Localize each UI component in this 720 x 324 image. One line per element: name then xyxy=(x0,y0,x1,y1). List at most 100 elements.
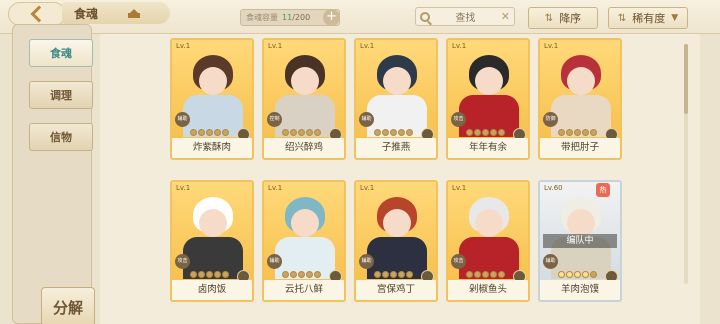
star-icon xyxy=(574,129,581,136)
star-rating xyxy=(558,271,597,278)
star-icon xyxy=(314,271,321,278)
role-icon: 辅助 xyxy=(267,254,282,269)
sort-rarity-label: 稀有度 xyxy=(632,12,666,25)
character-card[interactable]: Lv.1 辅助子推燕 xyxy=(354,38,438,160)
decompose-button[interactable]: 分解 xyxy=(41,287,95,324)
star-icon xyxy=(298,129,305,136)
star-icon xyxy=(198,271,205,278)
card-level: Lv.1 xyxy=(176,42,191,50)
sort-toggle-icon: ⇅ xyxy=(544,12,554,24)
character-card[interactable]: Lv.1 攻击 年年有余 xyxy=(446,38,530,160)
star-icon xyxy=(206,271,213,278)
character-name: 带把肘子 xyxy=(540,138,620,158)
grid-scrollbar[interactable] xyxy=(684,44,688,284)
role-icon: 辅助 xyxy=(175,112,190,127)
role-icon: 辅助 xyxy=(359,112,374,127)
card-level: Lv.1 xyxy=(268,42,283,50)
star-icon xyxy=(222,271,229,278)
sort-rarity-button[interactable]: ⇅ 稀有度 ▼ xyxy=(608,7,688,29)
role-icon: 辅助 xyxy=(543,254,558,269)
card-level: Lv.1 xyxy=(544,42,559,50)
tab-tiaoli[interactable]: 调理 xyxy=(29,81,93,109)
title-tab: 食魂 xyxy=(62,2,170,24)
star-icon xyxy=(206,129,213,136)
star-icon xyxy=(490,271,497,278)
character-name: 年年有余 xyxy=(448,138,528,158)
character-name: 卤肉饭 xyxy=(172,280,252,300)
character-card[interactable]: Lv.1 控制 绍兴醉鸡 xyxy=(262,38,346,160)
star-rating xyxy=(190,129,229,136)
tab-shihun[interactable]: 食魂 xyxy=(29,39,93,67)
character-card[interactable]: Lv.1 辅助 炸紫酥肉 xyxy=(170,38,254,160)
page-title: 食魂 xyxy=(74,6,99,21)
character-card[interactable]: Lv.1 攻击卤肉饭 xyxy=(170,180,254,302)
tab-xinwu[interactable]: 信物 xyxy=(29,123,93,151)
star-icon xyxy=(490,129,497,136)
sort-order-label: 降序 xyxy=(559,12,582,25)
star-icon xyxy=(498,129,505,136)
portrait-face xyxy=(475,67,503,95)
clear-icon[interactable]: ✕ xyxy=(501,10,510,23)
sidebar: 食魂 调理 信物 分解 xyxy=(12,24,95,324)
star-rating xyxy=(374,271,413,278)
star-icon xyxy=(582,271,589,278)
card-level: Lv.1 xyxy=(452,184,467,192)
character-card[interactable]: Lv.60 辅助 羊肉泡馍 编队中 热 xyxy=(538,180,622,302)
character-card[interactable]: Lv.1 防御 带把肘子 xyxy=(538,38,622,160)
star-rating xyxy=(282,129,321,136)
character-name: 绍兴醉鸡 xyxy=(264,138,344,158)
capacity-current: 11 xyxy=(282,13,293,22)
star-icon xyxy=(314,129,321,136)
star-icon xyxy=(406,129,413,136)
card-level: Lv.1 xyxy=(360,184,375,192)
star-icon xyxy=(298,271,305,278)
character-name: 云托八鲜 xyxy=(264,280,344,300)
star-icon xyxy=(306,129,313,136)
character-card[interactable]: Lv.1 辅助 云托八鲜 xyxy=(262,180,346,302)
star-icon xyxy=(290,129,297,136)
character-card[interactable]: Lv.1 攻击剁椒鱼头 xyxy=(446,180,530,302)
star-icon xyxy=(382,129,389,136)
star-icon xyxy=(566,129,573,136)
character-card[interactable]: Lv.1 辅助 宫保鸡丁 xyxy=(354,180,438,302)
role-icon: 攻击 xyxy=(451,254,466,269)
search-placeholder: 查找 xyxy=(455,13,476,24)
character-name: 剁椒鱼头 xyxy=(448,280,528,300)
star-icon xyxy=(390,271,397,278)
role-icon: 攻击 xyxy=(175,254,190,269)
add-capacity-button[interactable]: + xyxy=(323,9,340,26)
top-bar: 食魂 食魂容量 11/200 + 查找 ✕ ⇅ 降序 ⇅ 稀有度 ▼ xyxy=(0,0,720,34)
portrait-face xyxy=(199,209,227,237)
card-level: Lv.1 xyxy=(176,184,191,192)
back-chevron-icon xyxy=(30,5,48,23)
star-rating xyxy=(374,129,413,136)
character-name: 宫保鸡丁 xyxy=(356,280,436,300)
back-button[interactable] xyxy=(8,2,66,26)
card-level: Lv.1 xyxy=(360,42,375,50)
crown-icon xyxy=(128,8,141,18)
star-icon xyxy=(466,271,473,278)
star-rating xyxy=(466,129,505,136)
role-icon: 攻击 xyxy=(451,112,466,127)
star-icon xyxy=(222,129,229,136)
star-icon xyxy=(190,271,197,278)
capacity-value: 11/200 xyxy=(282,13,310,22)
search-input[interactable]: 查找 ✕ xyxy=(415,7,515,26)
star-icon xyxy=(390,129,397,136)
star-icon xyxy=(482,271,489,278)
character-name: 子推燕 xyxy=(356,138,436,158)
star-icon xyxy=(374,271,381,278)
star-icon xyxy=(198,129,205,136)
star-icon xyxy=(474,129,481,136)
star-icon xyxy=(282,129,289,136)
scroll-thumb[interactable] xyxy=(684,44,688,114)
chevron-down-icon: ▼ xyxy=(671,13,679,23)
star-icon xyxy=(590,129,597,136)
star-icon xyxy=(574,271,581,278)
star-icon xyxy=(466,129,473,136)
sort-order-button[interactable]: ⇅ 降序 xyxy=(528,7,598,29)
portrait-face xyxy=(291,67,319,95)
star-icon xyxy=(482,129,489,136)
portrait-face xyxy=(383,67,411,95)
search-icon xyxy=(420,11,430,22)
